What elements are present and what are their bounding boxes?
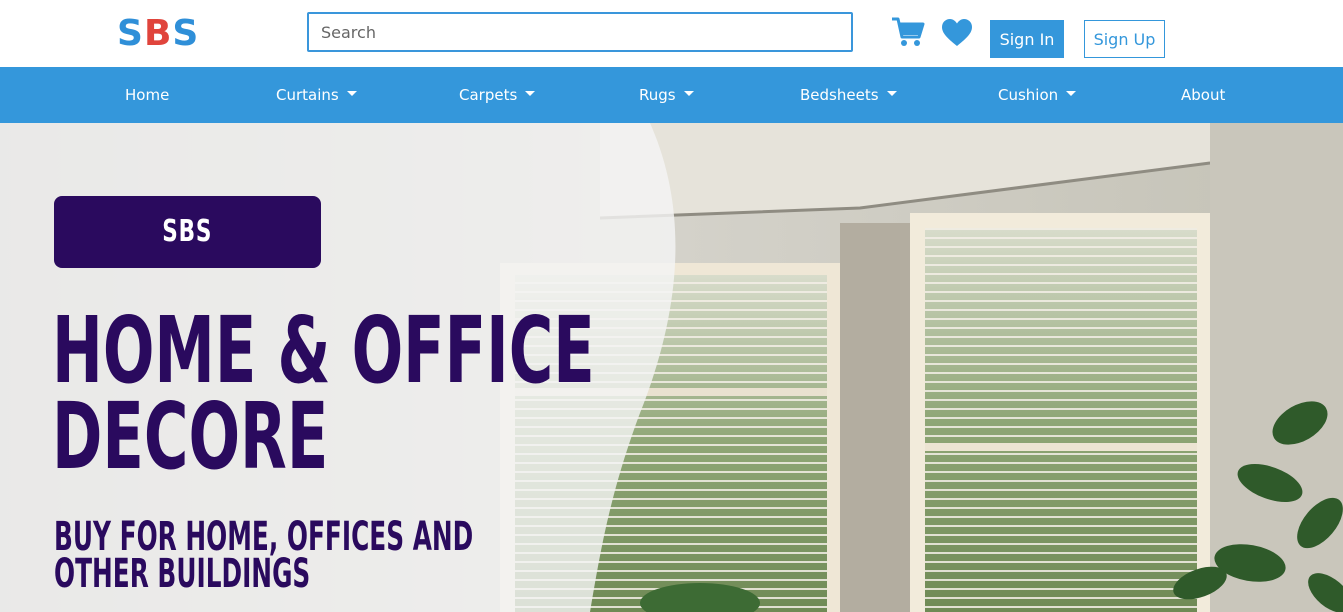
top-header: SBS Sign In Sign Up	[0, 0, 1343, 67]
brand-logo[interactable]: SBS	[117, 12, 199, 56]
nav-item-label: Cushion	[998, 86, 1059, 104]
caret-down-icon	[683, 91, 694, 96]
hero-subheadline: BUY FOR HOME, OFFICES AND OTHER BUILDING…	[54, 517, 473, 597]
nav-item-curtains[interactable]: Curtains	[276, 67, 357, 123]
sign-up-button[interactable]: Sign Up	[1084, 20, 1165, 58]
hero-badge-text: SBS	[162, 214, 213, 249]
nav-item-label: Bedsheets	[800, 86, 879, 104]
search-input[interactable]	[307, 12, 853, 52]
nav-item-carpets[interactable]: Carpets	[459, 67, 536, 123]
caret-down-icon	[346, 91, 357, 96]
nav-item-rugs[interactable]: Rugs	[639, 67, 694, 123]
sign-in-button[interactable]: Sign In	[990, 20, 1064, 58]
logo-letter-s1: S	[117, 13, 144, 54]
nav-item-bedsheets[interactable]: Bedsheets	[800, 67, 897, 123]
caret-down-icon	[1066, 91, 1077, 96]
main-nav: Home Curtains Carpets Rugs Bedsheets Cus…	[0, 67, 1343, 123]
nav-item-label: Curtains	[276, 86, 339, 104]
hero-badge: SBS	[54, 196, 321, 268]
hero-subheadline-line2: OTHER BUILDINGS	[54, 551, 311, 597]
caret-down-icon	[886, 91, 897, 96]
shopping-cart-icon[interactable]	[891, 16, 925, 48]
heart-icon[interactable]	[941, 18, 973, 48]
hero-headline-line2: DECORE	[52, 383, 329, 490]
nav-item-label: Carpets	[459, 86, 518, 104]
logo-letter-b: B	[143, 13, 173, 54]
logo-letter-s2: S	[172, 13, 200, 54]
nav-item-label: Home	[125, 86, 170, 104]
nav-item-home[interactable]: Home	[125, 67, 169, 123]
caret-down-icon	[525, 91, 536, 96]
hero-headline: HOME & OFFICE DECORE	[52, 297, 595, 490]
nav-item-label: Rugs	[639, 86, 676, 104]
hero-banner: SBS HOME & OFFICE DECORE BUY FOR HOME, O…	[0, 123, 1343, 612]
nav-item-about[interactable]: About	[1181, 67, 1225, 123]
nav-item-label: About	[1181, 86, 1226, 104]
hero-headline-line1: HOME & OFFICE	[52, 297, 595, 404]
nav-item-cushion[interactable]: Cushion	[998, 67, 1077, 123]
